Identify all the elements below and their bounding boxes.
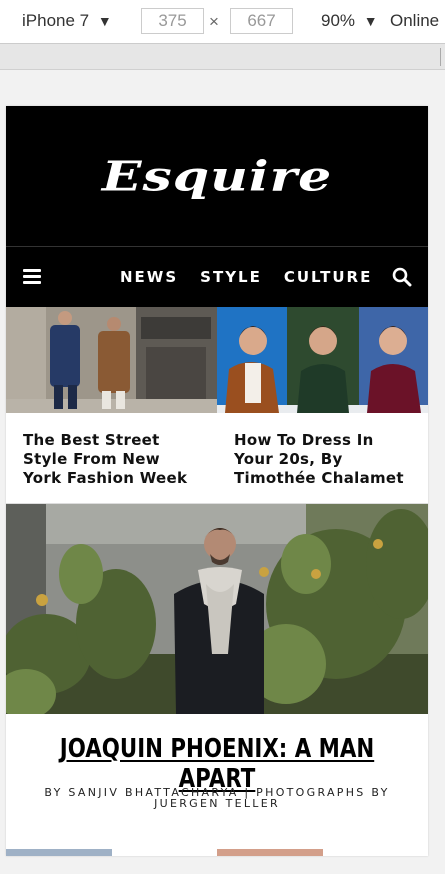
devtools-toolbar: iPhone 7 ▼ 375 × 667 90% ▼ Online xyxy=(0,0,445,44)
article-card-chalamet[interactable]: How To Dress In Your 20s, By Timothée Ch… xyxy=(217,307,428,503)
device-label: iPhone 7 xyxy=(22,11,90,30)
dimension-separator: × xyxy=(209,12,219,31)
menu-icon[interactable] xyxy=(23,269,41,285)
article-title[interactable]: How To Dress In Your 20s, By Timothée Ch… xyxy=(217,418,428,488)
chalamet-photo xyxy=(217,307,428,413)
ruler-tick xyxy=(440,48,441,66)
device-caret-icon: ▼ xyxy=(97,13,112,29)
feature-byline: BY SANJIV BHATTACHARYA | PHOTOGRAPHS BY … xyxy=(44,786,390,810)
device-select[interactable]: iPhone 7 ▼ xyxy=(22,11,112,31)
width-input[interactable]: 375 xyxy=(141,8,204,34)
media-query-bar xyxy=(0,44,445,70)
zoom-label: 90% xyxy=(321,11,356,30)
next-article-thumb[interactable] xyxy=(217,849,323,856)
device-viewport: Esquire NEWS STYLE CULTURE The Best Stre… xyxy=(6,106,428,856)
network-throttle-select[interactable]: Online xyxy=(390,11,439,31)
site-nav: NEWS STYLE CULTURE xyxy=(6,246,428,307)
zoom-select[interactable]: 90% ▼ xyxy=(321,11,378,31)
masthead: Esquire xyxy=(6,106,428,246)
height-input[interactable]: 667 xyxy=(230,8,293,34)
street-style-photo xyxy=(6,307,217,413)
nav-links: NEWS STYLE CULTURE xyxy=(120,268,372,286)
article-card-street-style[interactable]: The Best Street Style From New York Fash… xyxy=(6,307,217,503)
joaquin-phoenix-photo[interactable] xyxy=(6,504,428,714)
esquire-logo[interactable]: Esquire xyxy=(102,152,332,201)
zoom-caret-icon: ▼ xyxy=(363,13,378,29)
nav-item-style[interactable]: STYLE xyxy=(200,268,262,286)
next-article-thumb[interactable] xyxy=(6,849,112,856)
feature-title[interactable]: JOAQUIN PHOENIX: A MAN APART xyxy=(44,734,390,794)
search-icon[interactable] xyxy=(392,267,412,287)
nav-item-culture[interactable]: CULTURE xyxy=(284,268,372,286)
article-title[interactable]: The Best Street Style From New York Fash… xyxy=(6,418,217,488)
nav-item-news[interactable]: NEWS xyxy=(120,268,178,286)
